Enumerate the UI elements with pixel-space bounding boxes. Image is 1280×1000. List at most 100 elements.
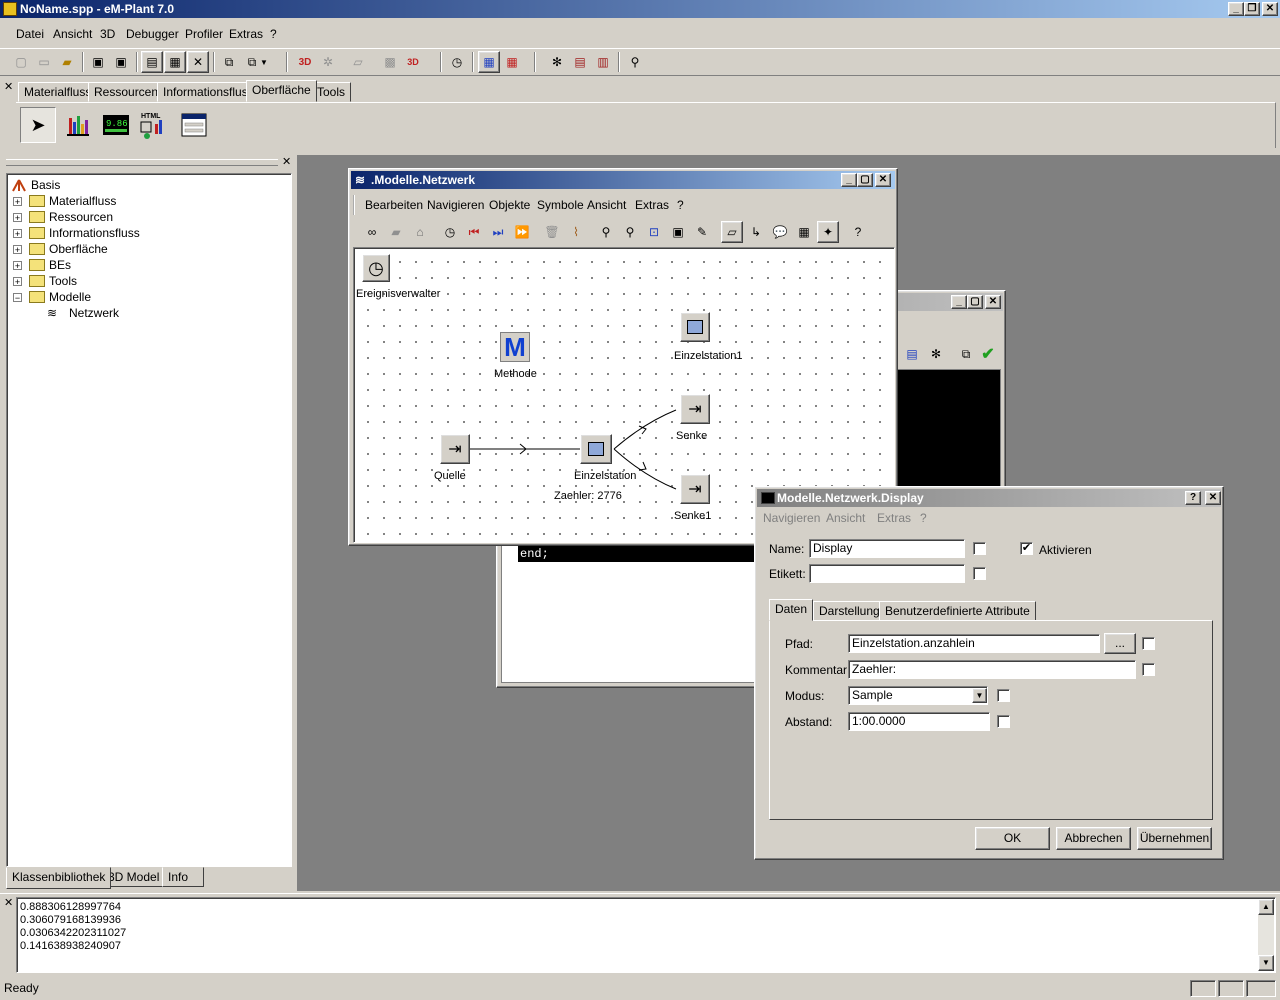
bug-icon[interactable]: ✻ [546, 51, 568, 73]
station1-icon[interactable] [680, 312, 710, 342]
comment-field[interactable]: Zaehler: [848, 660, 1136, 679]
chevron-down-icon[interactable]: ▼ [258, 51, 270, 73]
tab-daten[interactable]: Daten [769, 599, 814, 621]
menu-ansicht[interactable]: Ansicht [587, 195, 626, 215]
reset-icon[interactable]: ⏮ [463, 221, 485, 243]
image-icon[interactable]: ▣ [667, 221, 689, 243]
scroll-down-icon[interactable]: ▼ [1258, 955, 1274, 971]
save-icon[interactable]: ▣ [87, 51, 109, 73]
scrollbar-track[interactable] [1258, 915, 1274, 955]
expand-icon[interactable]: + [13, 197, 22, 207]
tab-informationsfluss[interactable]: Informationsfluss [157, 82, 260, 102]
console-output[interactable]: 0.888306128997764 0.306079168139936 0.03… [16, 897, 1276, 973]
tab-benutzerdefinierte-attribute[interactable]: Benutzerdefinierte Attribute [879, 601, 1036, 621]
zoom-fit-icon[interactable]: ⊡ [643, 221, 665, 243]
fast-forward-icon[interactable]: ⏩ [511, 221, 533, 243]
palette-close-icon[interactable]: ✕ [4, 80, 13, 93]
library-grip[interactable] [6, 159, 278, 166]
collapse-icon[interactable]: − [13, 293, 22, 303]
ok-button[interactable]: OK [975, 827, 1050, 850]
sink1-icon[interactable]: ⇥ [680, 474, 710, 504]
step-icon[interactable]: ⏭ [487, 221, 509, 243]
broom-icon[interactable]: ⌇ [565, 221, 587, 243]
path-inherit-checkbox[interactable] [1142, 637, 1155, 650]
minimize-icon[interactable]: _ [951, 295, 967, 309]
menu-ansicht[interactable]: Ansicht [826, 509, 865, 527]
tab-info[interactable]: Info [162, 867, 204, 887]
tab-oberflaeche[interactable]: Oberfläche [246, 80, 317, 102]
menu-extras[interactable]: Extras [635, 195, 669, 215]
run-icon[interactable]: ✦ [817, 221, 839, 243]
menu-bearbeiten[interactable]: Bearbeiten [365, 195, 423, 215]
menu-profiler[interactable]: Profiler [185, 24, 223, 44]
name-field[interactable]: Display [809, 539, 965, 558]
menu-objekte[interactable]: Objekte [489, 195, 530, 215]
network-color-icon[interactable]: ▦ [501, 51, 523, 73]
tab-3d-model[interactable]: 3D Model [102, 867, 166, 887]
save-all-icon[interactable]: ▣ [110, 51, 132, 73]
network-grid-icon[interactable]: ▦ [478, 51, 500, 73]
menu-help[interactable]: ? [270, 24, 277, 44]
open-icon[interactable]: ▰ [56, 51, 78, 73]
menu-help[interactable]: ? [920, 509, 927, 527]
stopwatch-icon[interactable]: ◷ [439, 221, 461, 243]
sink-icon[interactable]: ⇥ [680, 394, 710, 424]
close-icon[interactable]: ✕ [985, 295, 1001, 309]
close-icon[interactable]: ✕ [1205, 491, 1221, 505]
expand-icon[interactable]: + [13, 277, 22, 287]
scroll-up-icon[interactable]: ▲ [1258, 899, 1274, 915]
console-close-icon[interactable]: ✕ [4, 896, 13, 909]
display-icon[interactable]: 9.86 [98, 107, 134, 143]
3d-view-icon[interactable]: ▩ [379, 51, 401, 73]
cancel-button[interactable]: Abbrechen [1056, 827, 1131, 850]
apply-button[interactable]: Übernehmen [1137, 827, 1212, 850]
expand-icon[interactable]: + [13, 261, 22, 271]
menu-help[interactable]: ? [677, 195, 684, 215]
pointer-icon[interactable]: ➤ [20, 107, 56, 143]
tab-ressourcen[interactable]: Ressourcen [88, 82, 165, 102]
menu-extras[interactable]: Extras [229, 24, 263, 44]
connector-icon[interactable]: ↳ [745, 221, 767, 243]
pencil-icon[interactable]: ✎ [691, 221, 713, 243]
interval-inherit-checkbox[interactable] [997, 715, 1010, 728]
menu-ansicht[interactable]: Ansicht [53, 24, 92, 44]
etikett-field[interactable] [809, 564, 965, 583]
menu-navigieren[interactable]: Navigieren [763, 509, 820, 527]
mode-inherit-checkbox[interactable] [997, 689, 1010, 702]
clock-icon[interactable]: ◷ [446, 51, 468, 73]
window-arrange-icon[interactable]: ⧉ [218, 51, 240, 73]
name-inherit-checkbox[interactable] [973, 542, 986, 555]
html-report-icon[interactable]: HTML [136, 107, 172, 143]
debug-icon[interactable]: ✻ [925, 343, 947, 365]
expand-icon[interactable]: + [13, 229, 22, 239]
tab-darstellung[interactable]: Darstellung [813, 601, 886, 621]
network-titlebar[interactable]: ≋ .Modelle.Netzwerk _ ▢ ✕ [351, 171, 895, 189]
close-icon[interactable]: ✕ [875, 173, 891, 187]
close-icon[interactable]: ✕ [1262, 2, 1278, 16]
menu-3d[interactable]: 3D [100, 24, 115, 44]
source-icon[interactable]: ⇥ [440, 434, 470, 464]
open-folder-icon[interactable]: ▭ [33, 51, 55, 73]
browse-button[interactable]: ... [1104, 633, 1136, 654]
tab-tools[interactable]: Tools [311, 82, 352, 102]
minimize-icon[interactable]: _ [1228, 2, 1244, 16]
comment-inherit-checkbox[interactable] [1142, 663, 1155, 676]
expand-icon[interactable]: + [13, 213, 22, 223]
chart-report-icon[interactable]: ▥ [592, 51, 614, 73]
3d-lob-icon[interactable]: 3D [402, 51, 424, 73]
3d-icon[interactable]: 3D [294, 51, 316, 73]
chevron-down-icon[interactable]: ▼ [972, 688, 987, 703]
dialog-titlebar[interactable]: Modelle.Netzwerk.Display ? ✕ [757, 489, 1221, 507]
binoculars-icon[interactable]: ∞ [361, 221, 383, 243]
help-icon[interactable]: ? [1185, 491, 1201, 505]
maximize-icon[interactable]: ▢ [967, 295, 983, 309]
tab-klassenbibliothek[interactable]: Klassenbibliothek [6, 867, 112, 889]
main-titlebar[interactable]: NoName.spp - eM-Plant 7.0 _ ❐ ✕ [0, 0, 1280, 18]
folder-icon[interactable]: ▰ [385, 221, 407, 243]
library-close-icon[interactable]: ✕ [282, 155, 291, 168]
delete-icon[interactable]: 🗑 [541, 221, 563, 243]
menu-extras[interactable]: Extras [877, 509, 911, 527]
expand-icon[interactable]: + [13, 245, 22, 255]
3d-open-icon[interactable]: ▱ [347, 51, 369, 73]
etikett-inherit-checkbox[interactable] [973, 567, 986, 580]
